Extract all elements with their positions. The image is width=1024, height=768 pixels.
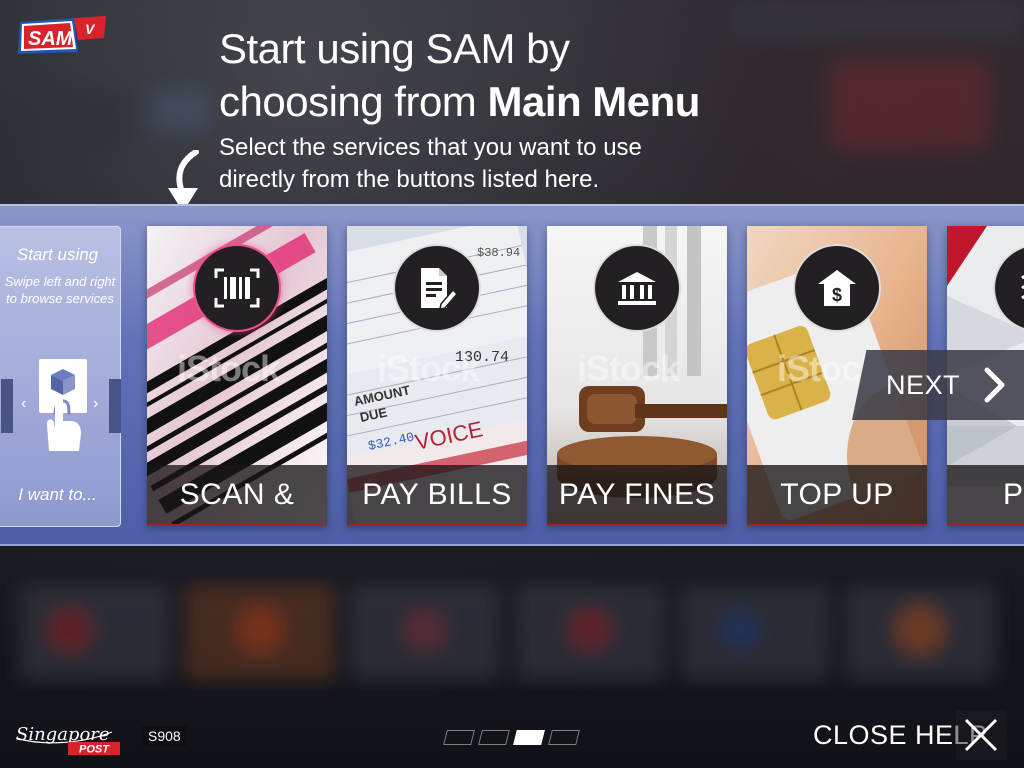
service-card-pay-bills[interactable]: 130.74 $38.94 AMOUNT DUE $32.40 VOICE iS… [347, 226, 527, 526]
service-card-pay-fines[interactable]: iStock PAY FINES [547, 226, 727, 526]
page-subtitle: Select the services that you want to use… [219, 132, 739, 196]
service-label: PAY FINES [547, 465, 727, 524]
page-title: Start using SAM by choosing from Main Me… [219, 22, 839, 128]
dollar-house-icon: $ [793, 244, 881, 332]
service-card-scan-pay[interactable]: iStock SCAN & PAY [147, 226, 327, 526]
page-dot-3 [513, 730, 545, 745]
service-label: SCAN & PAY [147, 465, 327, 524]
page-dot-1 [443, 730, 475, 745]
kiosk-id: S908 [142, 726, 187, 746]
subtitle-line-1: Select the services that you want to use [219, 134, 642, 161]
watermark-text: iStock [377, 348, 480, 389]
barcode-scan-icon [193, 244, 281, 332]
main-menu-carousel[interactable]: Start using Swipe left and right to brow… [0, 204, 1024, 546]
next-label: NEXT [886, 369, 961, 400]
title-line-2: choosing from Main Menu [219, 75, 839, 128]
service-label: TOP UP [747, 465, 927, 524]
start-panel-bottom: I want to... [18, 485, 97, 504]
blurred-menu-tiles [20, 585, 995, 680]
swipe-hand-box-icon [39, 359, 87, 451]
service-label: P [947, 465, 1024, 524]
chevron-right-icon [984, 367, 1005, 403]
svg-text:$: $ [832, 285, 842, 305]
bill-document-icon [393, 244, 481, 332]
singapore-post-logo: Singapore POST [15, 724, 120, 756]
logo-line-1: Singapore [16, 724, 110, 745]
next-button[interactable]: NEXT [852, 350, 1024, 420]
start-panel-subtitle: Swipe left and right to browse services [4, 274, 116, 306]
title-line-1: Start using SAM by [219, 25, 570, 72]
page-indicator [443, 730, 580, 745]
swipe-left-tab [1, 379, 13, 433]
logo-line-2: POST [79, 744, 110, 756]
swipe-right-tab [109, 379, 121, 433]
title-line-2-prefix: choosing from [219, 78, 488, 125]
page-dot-2 [478, 730, 510, 745]
close-icon[interactable] [956, 710, 1006, 760]
page-dot-4 [548, 730, 580, 745]
svg-text:$38.94: $38.94 [477, 246, 520, 260]
sam-logo: SAM V [16, 14, 110, 56]
subtitle-line-2: directly from the buttons listed here. [219, 166, 600, 193]
start-panel-title: Start using [16, 245, 99, 264]
courthouse-icon [593, 244, 681, 332]
service-label: PAY BILLS [347, 465, 527, 524]
svg-text:SAM: SAM [28, 28, 74, 50]
watermark-text: iStock [577, 348, 680, 389]
title-main-menu: Main Menu [487, 78, 700, 125]
start-using-panel: Start using Swipe left and right to brow… [0, 226, 121, 527]
watermark-text: iStock [177, 348, 280, 389]
